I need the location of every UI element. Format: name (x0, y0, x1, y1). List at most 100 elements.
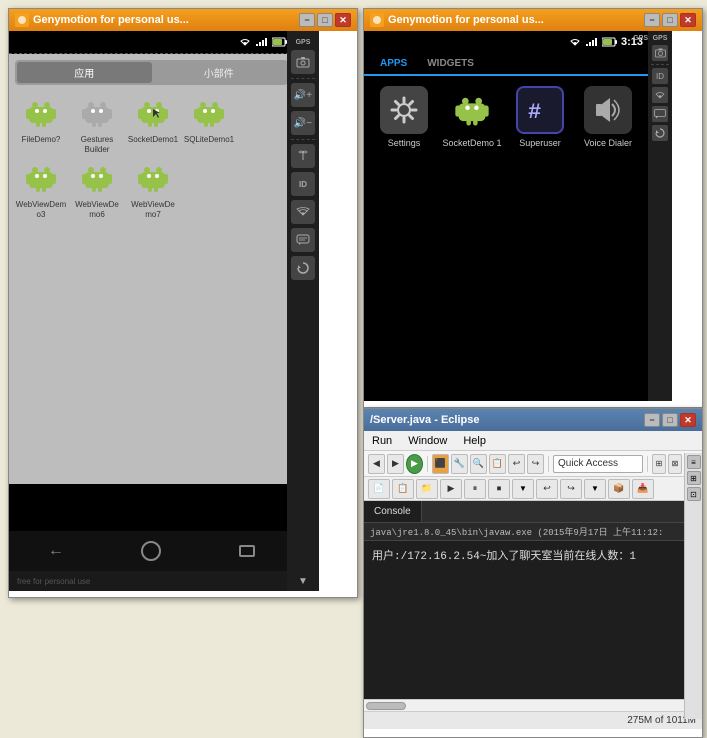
eclipse-title-bar[interactable]: /Server.java - Eclipse − □ ✕ (364, 409, 702, 431)
list-item[interactable]: Voice Dialer (578, 86, 638, 149)
list-item[interactable]: Settings (374, 86, 434, 149)
toolbar-back-btn[interactable]: ◀ (368, 454, 385, 474)
dropdown-arrow-2: ▼ (591, 484, 599, 493)
dropdown-btn-1[interactable]: ▼ (512, 479, 534, 499)
drawer-tab-widgets[interactable]: 小部件 (152, 62, 287, 83)
second-toolbar-btn-5[interactable]: ⏸ (464, 479, 486, 499)
android-webview7-icon (135, 160, 171, 196)
second-toolbar-btn-8[interactable]: ↪ (560, 479, 582, 499)
minimize-btn-1[interactable]: − (299, 13, 315, 27)
camera-side-btn[interactable] (652, 45, 668, 61)
second-toolbar-btn-10[interactable]: 📥 (632, 479, 654, 499)
quick-access-input[interactable] (553, 455, 643, 473)
battery-icon (272, 37, 288, 47)
status-bar-1: 3:13 (9, 31, 319, 53)
status-bar-2: 3:13 (364, 31, 649, 53)
minimize-btn-2[interactable]: − (644, 13, 660, 27)
right-panel-btn-3[interactable]: ⊡ (687, 487, 701, 501)
wifi-side-btn-2[interactable] (652, 87, 668, 103)
dropdown-btn-2[interactable]: ▼ (584, 479, 606, 499)
toolbar-btn-1[interactable]: ⬛ (432, 454, 449, 474)
id-side-btn[interactable]: ID (652, 68, 668, 84)
list-item[interactable]: SQLiteDemo1 (183, 93, 235, 154)
status-icons-2: 3:13 (568, 36, 643, 48)
close-btn-1[interactable]: ✕ (335, 13, 351, 27)
scroll-thumb-x[interactable] (366, 702, 406, 710)
rotate-side-icon (654, 127, 666, 139)
signal-btn[interactable] (291, 144, 315, 168)
rotate-side-btn[interactable] (652, 125, 668, 141)
second-toolbar-btn-6[interactable]: ⏹ (488, 479, 510, 499)
menu-run[interactable]: Run (368, 435, 396, 447)
chat-btn[interactable] (291, 228, 315, 252)
eclipse-second-toolbar: 📄 📋 📁 ▶ ⏸ ⏹ ▼ ↩ ↪ ▼ 📦 📥 (364, 477, 702, 501)
app-icon-1 (15, 13, 29, 27)
android-screen-2: 3:13 GPS APPS WIDGETS (364, 31, 672, 401)
android-robot-icon (23, 95, 59, 131)
run-btn[interactable]: ▶ (406, 454, 423, 474)
second-toolbar-btn-4[interactable]: ▶ (440, 479, 462, 499)
recents-btn[interactable] (239, 545, 255, 557)
perspective-btn-2[interactable]: ⊠ (668, 454, 682, 474)
toolbar-btn-5[interactable]: ↩ (508, 454, 525, 474)
wifi-btn[interactable] (291, 200, 315, 224)
console-tab-active[interactable]: Console (364, 501, 422, 522)
list-item[interactable]: SocketDemo 1 (442, 86, 502, 149)
settings-gear-icon (386, 92, 422, 128)
tab-apps[interactable]: APPS (370, 53, 417, 76)
second-toolbar-btn-1[interactable]: 📄 (368, 479, 390, 499)
vol-up-btn[interactable]: 🔊+ (291, 83, 315, 107)
maximize-btn-2[interactable]: □ (662, 13, 678, 27)
toolbar-btn-2[interactable]: 🔧 (451, 454, 468, 474)
rotate-btn[interactable] (291, 256, 315, 280)
right-panel-btn-1[interactable]: ≡ (687, 455, 701, 469)
app-icon-webview7 (133, 158, 173, 198)
scrollbar-x[interactable] (364, 699, 702, 711)
toolbar-btn-6[interactable]: ↪ (527, 454, 544, 474)
eclipse-right-panel: ≡ ⊞ ⊡ (684, 453, 702, 719)
title-bar-1[interactable]: Genymotion for personal us... − □ ✕ (9, 9, 357, 31)
list-item[interactable]: WebViewDe mo6 (71, 158, 123, 219)
menu-window[interactable]: Window (404, 435, 451, 447)
drawer-tab-apps[interactable]: 应用 (17, 62, 152, 83)
toolbar-btn-4[interactable]: 📋 (489, 454, 506, 474)
app-label-socket1: SocketDemo1 (128, 135, 178, 145)
list-item[interactable]: Gestures Builder (71, 93, 123, 154)
title-bar-2[interactable]: Genymotion for personal us... − □ ✕ (364, 9, 702, 31)
menu-help[interactable]: Help (459, 435, 490, 447)
side-panel-1: GPS 🔊+ 🔊− ID (287, 31, 319, 591)
list-item[interactable]: SocketDemo1 (127, 93, 179, 154)
list-item[interactable]: WebViewDe mo7 (127, 158, 179, 219)
perspective-btn-1[interactable]: ⊞ (652, 454, 666, 474)
id-btn[interactable]: ID (291, 172, 315, 196)
toolbar-forward-btn[interactable]: ▶ (387, 454, 404, 474)
eclipse-close-btn[interactable]: ✕ (680, 413, 696, 427)
second-toolbar-btn-3[interactable]: 📁 (416, 479, 438, 499)
close-btn-2[interactable]: ✕ (680, 13, 696, 27)
vol-down-btn[interactable]: 🔊− (291, 111, 315, 135)
speaker-icon (592, 94, 624, 126)
list-item[interactable]: # Superuser (510, 86, 570, 149)
svg-text:#: # (528, 100, 541, 125)
right-panel-btn-2[interactable]: ⊞ (687, 471, 701, 485)
camera-btn[interactable] (291, 50, 315, 74)
console-tab-bar: Console (364, 501, 702, 523)
bottom-text-1: free for personal use (17, 577, 90, 586)
second-toolbar-btn-2[interactable]: 📋 (392, 479, 414, 499)
chat-side-btn[interactable] (652, 106, 668, 122)
eclipse-maximize-btn[interactable]: □ (662, 413, 678, 427)
toolbar-btn-3[interactable]: 🔍 (470, 454, 487, 474)
back-btn[interactable]: ← (48, 542, 64, 560)
home-btn[interactable] (141, 541, 161, 561)
second-toolbar-btn-9[interactable]: 📦 (608, 479, 630, 499)
tab-widgets[interactable]: WIDGETS (417, 53, 484, 74)
list-item[interactable]: WebViewDemo3 (15, 158, 67, 219)
list-item[interactable]: FileDemo? (15, 93, 67, 154)
scroll-down-btn[interactable]: ▼ (298, 576, 308, 587)
window-controls-2: − □ ✕ (644, 13, 696, 27)
second-toolbar-btn-7[interactable]: ↩ (536, 479, 558, 499)
console-area: Console java\jre1.8.0_45\bin\javaw.exe (… (364, 501, 702, 699)
apps-grid-2: Settings Socke (364, 76, 649, 159)
eclipse-minimize-btn[interactable]: − (644, 413, 660, 427)
maximize-btn-1[interactable]: □ (317, 13, 333, 27)
